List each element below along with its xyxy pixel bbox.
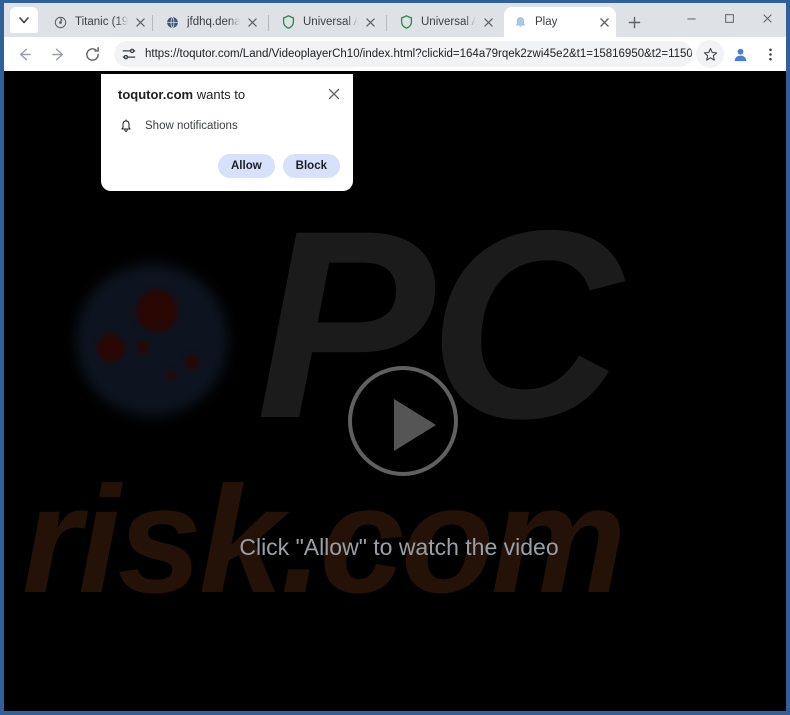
close-button[interactable] (748, 3, 786, 33)
tab-close-icon[interactable] (596, 14, 612, 30)
maximize-icon (724, 13, 734, 23)
tab-separator (386, 15, 387, 31)
tab-label: jfdhq.denalivi (187, 15, 241, 28)
permission-row: Show notifications (118, 118, 238, 134)
tab-label: Universal Ad B (421, 15, 477, 28)
tab-label: Play (535, 15, 558, 28)
notification-permission-dialog: toqutor.com wants to Show notifications … (101, 74, 353, 191)
background-dot (97, 334, 125, 362)
play-triangle-icon (394, 399, 436, 451)
profile-avatar-icon (734, 48, 746, 61)
background-dot (166, 371, 175, 380)
address-bar[interactable]: https://toqutor.com/Land/VideoplayerCh10… (114, 41, 692, 67)
tab-jfdhq[interactable]: jfdhq.denalivi (156, 7, 264, 37)
call-to-action-text: Click "Allow" to watch the video (239, 534, 559, 560)
tab-separator (268, 15, 269, 31)
shield-icon (399, 15, 414, 30)
permission-label: Show notifications (145, 120, 238, 132)
permission-title-suffix: wants to (193, 87, 246, 102)
chevron-down-icon (19, 17, 29, 24)
tab-universal-ad-2[interactable]: Universal Ad B (390, 7, 500, 37)
tab-universal-ad-1[interactable]: Universal Ad B (272, 7, 382, 37)
tab-close-icon[interactable] (244, 14, 260, 30)
reload-button[interactable] (78, 40, 106, 68)
browser-menu-button[interactable] (756, 40, 784, 68)
minimize-icon (686, 17, 696, 19)
tab-close-icon[interactable] (132, 14, 148, 30)
globe-icon (165, 15, 180, 30)
tab-separator (152, 15, 153, 31)
tab-label: Titanic (1997) (75, 15, 129, 28)
three-dot-menu-icon (768, 48, 772, 60)
forward-button[interactable] (44, 40, 72, 68)
permission-dialog-title: toqutor.com wants to (118, 87, 245, 102)
bookmark-star-button[interactable] (696, 40, 724, 68)
minimize-button[interactable] (672, 3, 710, 33)
tab-strip: Titanic (1997) jfdhq.denalivi (4, 3, 786, 37)
screenshot-frame: Titanic (1997) jfdhq.denalivi (0, 0, 790, 715)
profile-avatar[interactable] (726, 40, 754, 68)
close-icon (762, 13, 772, 23)
movie-icon (53, 15, 68, 30)
background-dot (185, 355, 199, 369)
allow-button[interactable]: Allow (218, 154, 275, 178)
background-dot (136, 290, 178, 332)
url-text[interactable]: https://toqutor.com/Land/VideoplayerCh10… (140, 41, 692, 67)
back-button[interactable] (10, 40, 38, 68)
tab-play[interactable]: Play (504, 7, 616, 37)
star-icon (703, 47, 717, 61)
browser-toolbar: https://toqutor.com/Land/VideoplayerCh10… (4, 37, 786, 71)
maximize-button[interactable] (710, 3, 748, 33)
close-icon (328, 88, 340, 100)
back-icon (19, 48, 31, 60)
permission-origin: toqutor.com (118, 87, 194, 102)
browser-chrome: Titanic (1997) jfdhq.denalivi (4, 3, 786, 71)
tab-label: Universal Ad B (303, 15, 359, 28)
bell-icon (513, 15, 528, 30)
tab-search-button[interactable] (10, 7, 38, 33)
reload-icon (85, 46, 99, 61)
permission-dialog-close-button[interactable] (325, 85, 343, 103)
forward-icon (51, 48, 63, 60)
tab-titanic[interactable]: Titanic (1997) (44, 7, 152, 37)
window-controls (672, 3, 786, 37)
shield-icon (281, 15, 296, 30)
bell-icon (118, 118, 134, 134)
tab-close-icon[interactable] (480, 14, 496, 30)
tab-close-icon[interactable] (362, 14, 378, 30)
permission-dialog-buttons: Allow Block (218, 154, 340, 178)
background-dot (137, 341, 149, 353)
play-button[interactable] (348, 366, 458, 476)
site-settings-tune-icon[interactable] (118, 43, 140, 65)
block-button[interactable]: Block (282, 154, 340, 178)
new-tab-button[interactable] (623, 11, 645, 33)
plus-icon (628, 16, 640, 28)
